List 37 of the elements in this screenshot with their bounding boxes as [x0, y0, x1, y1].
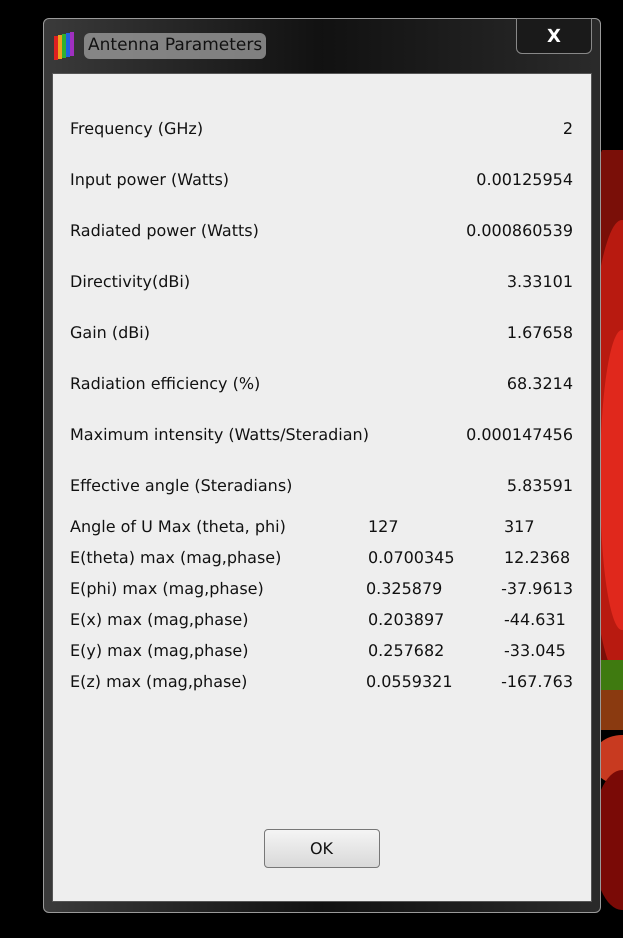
parameter-value: 12.2368 — [504, 546, 570, 568]
parameter-value: -33.045 — [504, 640, 566, 662]
parameter-value: 317 — [504, 516, 535, 538]
parameter-value: 0.257682 — [368, 640, 446, 662]
parameter-value: 0.00125954 — [476, 168, 573, 190]
parameter-value: 2 — [562, 118, 573, 140]
parameter-value: 0.325879 — [366, 578, 444, 600]
parameter-value: 0.0700345 — [368, 546, 456, 568]
close-button[interactable]: X — [516, 18, 592, 54]
parameter-label: Directivity(dBi) — [70, 270, 190, 292]
parameter-value: -37.9613 — [501, 578, 573, 600]
parameter-label: E(z) max (mag,phase) — [70, 670, 248, 692]
parameter-label: Frequency (GHz) — [70, 118, 204, 140]
ok-button[interactable]: OK — [264, 829, 380, 868]
window-title: Antenna Parameters — [84, 33, 266, 59]
parameter-label: Maximum intensity (Watts/Steradian) — [70, 424, 369, 446]
parameter-label: Effective angle (Steradians) — [70, 474, 292, 496]
parameter-label: Angle of U Max (theta, phi) — [70, 516, 287, 538]
parameter-label: E(phi) max (mag,phase) — [70, 578, 265, 600]
parameter-value: -44.631 — [504, 608, 566, 630]
parameter-value: 3.33101 — [506, 270, 573, 292]
parameter-label: Radiated power (Watts) — [70, 220, 259, 242]
parameter-value: 1.67658 — [506, 322, 573, 344]
parameter-label: E(x) max (mag,phase) — [70, 608, 250, 630]
parameter-value: 127 — [368, 516, 400, 538]
parameter-label: Radiation efficiency (%) — [70, 372, 260, 394]
parameter-label: Input power (Watts) — [70, 168, 230, 190]
parameter-value: 0.000147456 — [466, 424, 573, 446]
parameter-label: E(y) max (mag,phase) — [70, 640, 250, 662]
parameter-value: 68.3214 — [506, 372, 573, 394]
parameter-value: 0.000860539 — [466, 220, 573, 242]
parameter-value: 5.83591 — [506, 474, 573, 496]
parameter-value: 0.203897 — [368, 608, 446, 630]
parameter-label: Gain (dBi) — [70, 322, 150, 344]
parameter-value: 0.0559321 — [366, 670, 454, 692]
parameter-label: E(theta) max (mag,phase) — [70, 546, 282, 568]
parameter-value: -167.763 — [501, 670, 573, 692]
